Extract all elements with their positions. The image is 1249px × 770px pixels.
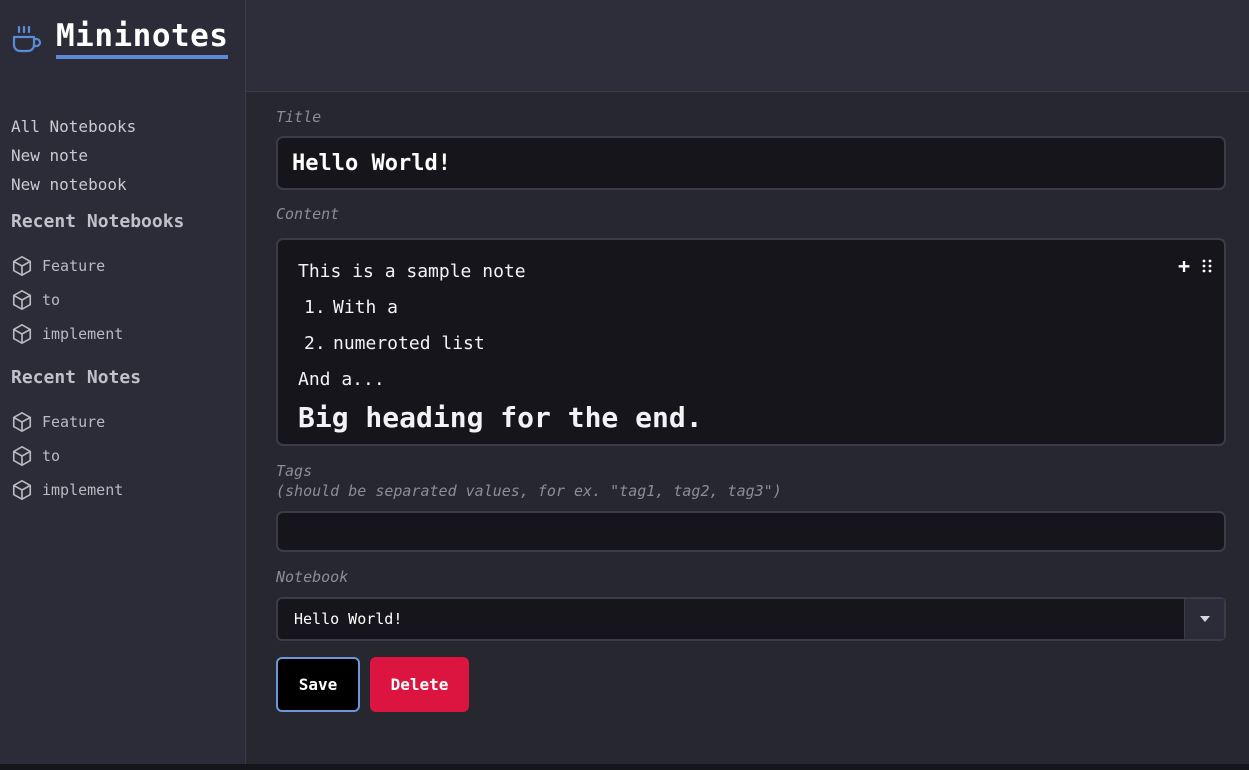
content-paragraph: This is a sample note [298, 261, 526, 282]
note-form: Title Content This is a sample note 1. Wi… [276, 92, 1226, 712]
cube-icon [12, 446, 32, 466]
nav-new-notebook[interactable]: New notebook [11, 170, 136, 199]
content-heading: Big heading for the end. [298, 401, 703, 434]
brand[interactable]: Mininotes [11, 18, 229, 59]
recent-notebooks-list: Feature to implement [11, 249, 123, 351]
cube-icon [12, 324, 32, 344]
recent-notebook-item[interactable]: to [11, 283, 123, 317]
sidebar: Mininotes All Notebooks New note New not… [0, 0, 246, 764]
nav-all-notebooks[interactable]: All Notebooks [11, 112, 136, 141]
coffee-cup-icon [12, 25, 42, 52]
app-title: Mininotes [56, 18, 229, 59]
recent-note-label: Feature [42, 413, 106, 431]
caret-down-icon [1199, 616, 1210, 622]
recent-note-item[interactable]: to [11, 439, 123, 473]
list-number: 2. [304, 333, 326, 354]
cube-icon [12, 256, 32, 276]
list-text: With a [333, 297, 399, 318]
recent-note-label: implement [42, 481, 124, 499]
content-label: Content [276, 205, 340, 223]
recent-note-label: to [42, 447, 61, 465]
dropdown-arrow[interactable] [1184, 599, 1224, 639]
nav-new-note[interactable]: New note [11, 141, 136, 170]
tags-label: Tags [276, 462, 313, 480]
content-paragraph: And a... [298, 369, 385, 390]
content-numbered-list: 1. With a 2. numeroted list [298, 290, 1204, 362]
recent-notebooks-heading: Recent Notebooks [11, 211, 185, 232]
recent-notebook-item[interactable]: Feature [11, 249, 123, 283]
drag-handle-icon[interactable] [1202, 259, 1212, 273]
notebook-label: Notebook [276, 568, 349, 586]
notebook-select-value: Hello World! [294, 610, 403, 628]
recent-notebook-label: implement [42, 325, 124, 343]
block-toolbar: + [1178, 256, 1212, 276]
recent-note-item[interactable]: implement [11, 473, 123, 507]
cube-icon [12, 290, 32, 310]
list-text: numeroted list [333, 333, 485, 354]
title-label: Title [276, 108, 322, 126]
save-button[interactable]: Save [276, 657, 360, 712]
list-number: 1. [304, 297, 326, 318]
recent-notebook-item[interactable]: implement [11, 317, 123, 351]
title-input[interactable] [276, 136, 1226, 190]
bottom-border [0, 764, 1249, 770]
recent-notebook-label: to [42, 291, 61, 309]
list-item: 1. With a [298, 290, 1204, 326]
recent-note-item[interactable]: Feature [11, 405, 123, 439]
delete-button[interactable]: Delete [370, 657, 469, 712]
top-bar [246, 0, 1249, 92]
cube-icon [12, 412, 32, 432]
form-actions: Save Delete [276, 657, 1226, 712]
add-block-button[interactable]: + [1178, 256, 1190, 276]
sidebar-nav: All Notebooks New note New notebook [11, 112, 136, 199]
cube-icon [12, 480, 32, 500]
app-root: Mininotes All Notebooks New note New not… [0, 0, 1249, 770]
tags-hint: (should be separated values, for ex. "ta… [276, 482, 782, 500]
content-editor[interactable]: This is a sample note 1. With a 2. numerot… [276, 238, 1226, 446]
recent-notes-heading: Recent Notes [11, 367, 142, 388]
recent-notebook-label: Feature [42, 257, 106, 275]
list-item: 2. numeroted list [298, 326, 1204, 362]
tags-input[interactable] [276, 511, 1226, 552]
notebook-select[interactable]: Hello World! [276, 597, 1226, 641]
recent-notes-list: Feature to implement [11, 405, 123, 507]
